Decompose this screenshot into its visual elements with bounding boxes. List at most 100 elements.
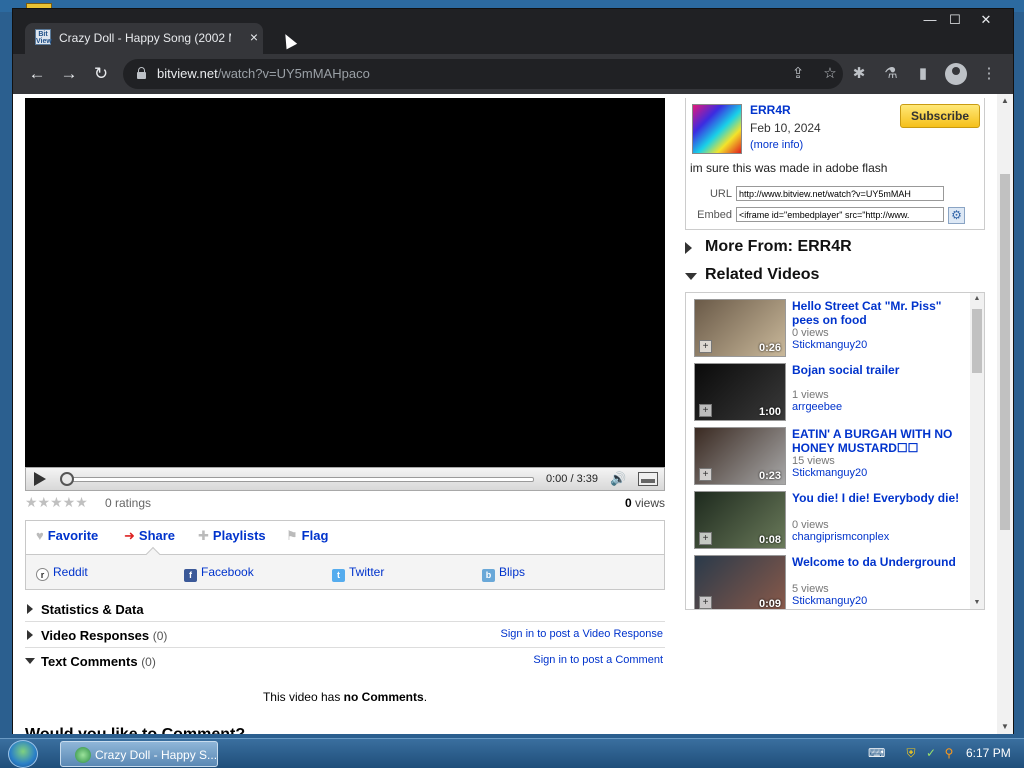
sign-in-comment-link[interactable]: Sign in to post a Comment (533, 654, 663, 666)
volume-icon[interactable]: 🔊 (610, 471, 630, 487)
scroll-down-arrow-icon[interactable]: ▼ (970, 597, 984, 609)
video-thumbnail[interactable]: +0:08 (694, 491, 786, 549)
related-video-item[interactable]: +0:08 You die! I die! Everybody die! 0 vie… (694, 491, 964, 551)
add-to-quicklist-icon[interactable]: + (699, 532, 712, 545)
scroll-down-arrow-icon[interactable]: ▼ (997, 720, 1013, 734)
video-thumbnail[interactable]: +0:09 (694, 555, 786, 609)
lock-icon[interactable] (137, 67, 146, 79)
statistics-section[interactable]: Statistics & Data (25, 596, 665, 622)
no-comments-prefix: This video has (262, 690, 344, 704)
seek-knob[interactable] (60, 472, 74, 486)
related-video-title[interactable]: You die! I die! Everybody die! (792, 491, 960, 505)
page-scrollbar[interactable]: ▲ ▼ (997, 94, 1013, 734)
share-blips-link[interactable]: b Blips (482, 565, 525, 582)
scroll-thumb[interactable] (1000, 174, 1010, 530)
related-video-user[interactable]: Stickmanguy20 (792, 595, 867, 607)
video-thumbnail[interactable]: +0:23 (694, 427, 786, 485)
scroll-up-arrow-icon[interactable]: ▲ (997, 94, 1013, 108)
scroll-thumb[interactable] (972, 309, 982, 373)
forward-arrow-icon[interactable]: → (57, 62, 81, 86)
security-shield-icon[interactable]: ⛨ (904, 746, 918, 760)
url-text[interactable]: bitview.net/watch?v=UY5mMAHpaco (157, 66, 370, 81)
related-video-user[interactable]: changiprismconplex (792, 531, 889, 543)
related-video-item[interactable]: +1:00 Bojan social trailer 1 views arrgeebe… (694, 363, 964, 423)
share-twitter-link[interactable]: t Twitter (332, 565, 384, 582)
fullscreen-icon[interactable] (638, 472, 658, 486)
subscribe-button[interactable]: Subscribe (900, 104, 980, 128)
browser-menu-icon[interactable]: ⋮ (979, 64, 999, 84)
flag-button[interactable]: ⚑ Flag (286, 528, 328, 544)
expand-arrow-icon (27, 630, 33, 640)
add-to-quicklist-icon[interactable]: + (699, 404, 712, 417)
share-facebook-link[interactable]: f Facebook (184, 565, 254, 582)
video-responses-section[interactable]: Video Responses (0) Sign in to post a Vi… (25, 622, 665, 648)
video-thumbnail[interactable]: +1:00 (694, 363, 786, 421)
related-video-user[interactable]: Stickmanguy20 (792, 339, 867, 351)
rating-stars[interactable]: ★★★★★ (25, 494, 88, 511)
share-page-icon[interactable]: ⇪ (789, 65, 807, 83)
related-video-title[interactable]: EATIN' A BURGAH WITH NO HONEY MUSTARD☐☐ (792, 427, 960, 455)
reload-icon[interactable]: ↻ (89, 62, 113, 86)
statistics-title: Statistics & Data (41, 602, 144, 617)
channel-avatar[interactable] (692, 104, 742, 154)
browser-tab[interactable]: Bit View Crazy Doll - Happy Song (2002 M… (25, 23, 263, 54)
related-video-title[interactable]: Bojan social trailer (792, 363, 960, 377)
no-comments-message: This video has no Comments. (25, 690, 665, 704)
taskbar-browser-button[interactable]: Crazy Doll - Happy S... (60, 741, 218, 767)
related-video-item[interactable]: +0:26 Hello Street Cat "Mr. Piss" pees on… (694, 299, 964, 359)
blips-icon: b (482, 569, 495, 582)
playlists-label: Playlists (212, 528, 266, 543)
video-url-field[interactable] (736, 186, 944, 201)
related-video-item[interactable]: +0:09 Welcome to da Underground 5 views Sti… (694, 555, 964, 609)
bookmark-star-icon[interactable]: ☆ (821, 65, 839, 83)
url-path: /watch?v=UY5mMAHpaco (217, 66, 370, 81)
no-comments-suffix: . (423, 690, 428, 704)
related-video-item[interactable]: +0:23 EATIN' A BURGAH WITH NO HONEY MUSTA… (694, 427, 964, 487)
related-video-user[interactable]: arrgeebee (792, 401, 842, 413)
favorite-button[interactable]: ♥ Favorite (36, 528, 98, 543)
related-video-user[interactable]: Stickmanguy20 (792, 467, 867, 479)
keyboard-icon[interactable]: ⌨ (868, 746, 885, 760)
text-comments-section[interactable]: Text Comments (0) Sign in to post a Comm… (25, 648, 665, 674)
network-icon[interactable]: ✓ (924, 746, 938, 760)
related-video-title[interactable]: Welcome to da Underground (792, 555, 960, 569)
related-video-title[interactable]: Hello Street Cat "Mr. Piss" pees on food (792, 299, 960, 327)
start-button[interactable] (8, 740, 38, 768)
scroll-up-arrow-icon[interactable]: ▲ (970, 293, 984, 305)
facebook-icon: f (184, 569, 197, 582)
comment-heading: Would you like to Comment? (25, 726, 245, 734)
share-button[interactable]: ➜ Share (124, 528, 175, 544)
playlists-button[interactable]: ✚ Playlists (198, 528, 266, 544)
related-video-views: 1 views (792, 389, 829, 401)
profile-avatar-icon[interactable] (945, 63, 967, 85)
side-panel-icon[interactable]: ▮ (913, 64, 933, 84)
labs-flask-icon[interactable]: ⚗ (881, 64, 901, 84)
collapse-arrow-icon (25, 658, 35, 664)
seek-bar[interactable] (66, 477, 534, 482)
share-reddit-link[interactable]: r Reddit (36, 565, 88, 581)
video-player[interactable] (25, 98, 665, 480)
view-count: 0 views (625, 496, 665, 510)
more-info-link[interactable]: (more info) (750, 139, 803, 151)
back-arrow-icon[interactable]: ← (25, 62, 49, 86)
address-bar[interactable]: bitview.net/watch?v=UY5mMAHpaco ⇪ ☆ (123, 59, 843, 89)
embed-code-field[interactable] (736, 207, 944, 222)
tab-close-icon[interactable]: × (245, 28, 263, 46)
extensions-puzzle-icon[interactable]: ✱ (849, 64, 869, 84)
search-icon[interactable]: ⚲ (942, 746, 956, 760)
add-to-quicklist-icon[interactable]: + (699, 468, 712, 481)
window-maximize-button[interactable]: ☐ (940, 9, 970, 31)
window-close-button[interactable]: ✕ (971, 9, 1001, 31)
taskbar-clock[interactable]: 6:17 PM (966, 746, 1011, 760)
channel-name-link[interactable]: ERR4R (750, 103, 791, 117)
view-count-label: views (634, 496, 665, 510)
related-scrollbar[interactable]: ▲ ▼ (970, 293, 984, 609)
add-to-quicklist-icon[interactable]: + (699, 340, 712, 353)
video-responses-label: Video Responses (41, 628, 150, 643)
video-thumbnail[interactable]: +0:26 (694, 299, 786, 357)
play-icon[interactable] (34, 472, 46, 486)
text-comments-count: (0) (141, 655, 156, 669)
embed-settings-gear-icon[interactable]: ⚙ (948, 207, 965, 224)
add-to-quicklist-icon[interactable]: + (699, 596, 712, 609)
sign-in-video-response-link[interactable]: Sign in to post a Video Response (501, 628, 663, 640)
